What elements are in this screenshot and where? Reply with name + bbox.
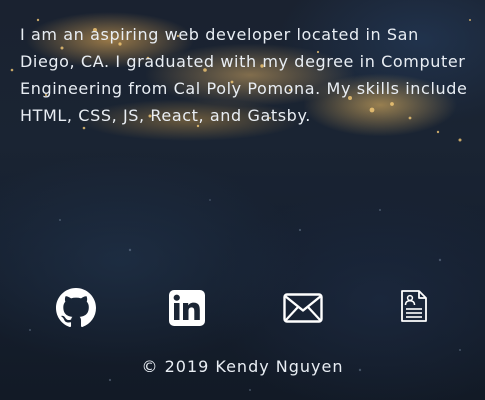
github-icon [56,288,96,328]
copyright-footer: © 2019 Kendy Nguyen [141,357,344,376]
github-link[interactable] [56,288,96,328]
envelope-icon [283,293,323,323]
email-link[interactable] [283,293,323,323]
linkedin-link[interactable] [168,289,206,327]
resume-document-icon [401,290,427,322]
linkedin-icon [169,290,205,326]
social-links [0,288,485,328]
bio-text: I am an aspiring web developer located i… [20,25,468,125]
resume-link[interactable] [400,289,428,323]
